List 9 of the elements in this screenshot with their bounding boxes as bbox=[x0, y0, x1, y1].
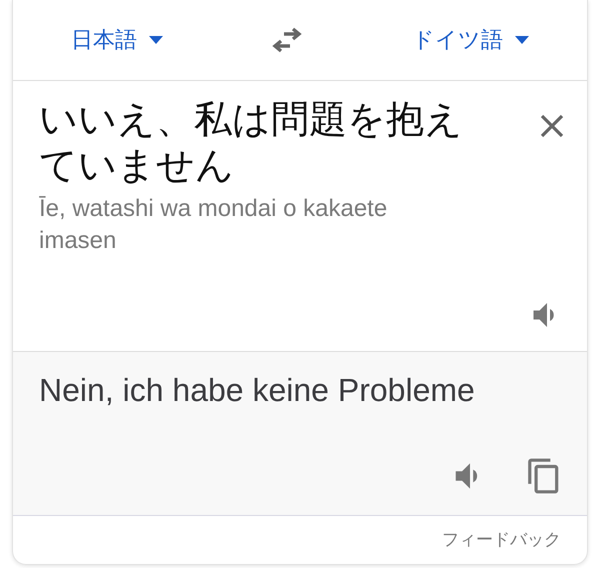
target-language-selector[interactable]: ドイツ語 bbox=[404, 19, 538, 61]
translated-text: Nein, ich habe keine Probleme bbox=[39, 371, 476, 410]
caret-icon bbox=[515, 36, 530, 44]
source-text[interactable]: いいえ、私は問題を抱えていません bbox=[39, 97, 479, 189]
source-language-selector[interactable]: 日本語 bbox=[62, 19, 171, 61]
swap-languages-button[interactable] bbox=[270, 27, 304, 53]
romanization-text: Īe, watashi wa mondai o kakaete imasen bbox=[39, 194, 388, 256]
caret-icon bbox=[148, 36, 163, 44]
feedback-link[interactable]: フィードバック bbox=[442, 528, 561, 551]
